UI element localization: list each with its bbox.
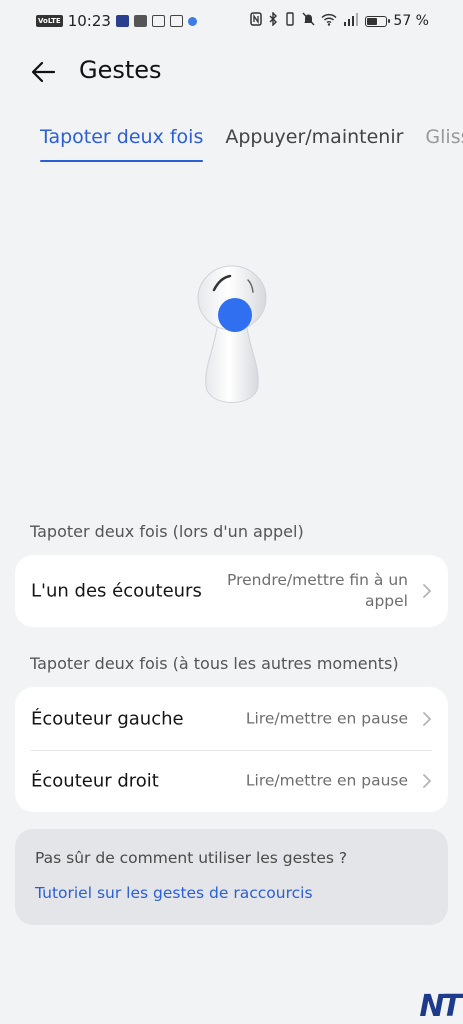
app-header: Gestes [0,52,463,92]
help-card: Pas sûr de comment utiliser les gestes ?… [15,829,448,925]
tab-swipe[interactable]: Glisser [425,126,463,162]
row-value: Lire/mettre en pause [245,709,408,727]
status-bar: VoLTE 10:23 57 % [0,0,463,44]
message-icon [169,15,183,27]
row-label: Écouteur droit [31,770,159,792]
tab-press-hold[interactable]: Appuyer/maintenir [225,126,403,162]
earbud-image [197,265,267,403]
section-header-other: Tapoter deux fois (à tous les autres mom… [30,654,399,673]
back-arrow-icon [31,61,56,83]
tutorial-link[interactable]: Tutoriel sur les gestes de raccourcis [35,884,313,902]
section-header-call: Tapoter deux fois (lors d'un appel) [30,522,304,541]
clock: 10:23 [67,12,111,30]
dot-icon [187,16,197,26]
page-title: Gestes [79,56,162,84]
help-question: Pas sûr de comment utiliser les gestes ? [35,849,348,867]
row-right-earbud[interactable]: Écouteur droit Lire/mettre en pause [15,750,448,812]
row-left-earbud[interactable]: Écouteur gauche Lire/mettre en pause [15,687,448,750]
row-label: L'un des écouteurs [31,580,202,602]
bluetooth-icon [268,11,278,30]
chevron-right-icon [423,774,432,788]
chevron-right-icon [423,584,432,598]
other-settings-card: Écouteur gauche Lire/mettre en pause Éco… [15,687,448,812]
status-left: VoLTE 10:23 [36,12,197,30]
earbud-illustration [180,256,284,416]
tap-indicator-dot [218,298,252,332]
back-button[interactable] [28,56,60,88]
app-notification-icon [115,15,129,27]
signal-icon [343,12,359,30]
row-either-earbud[interactable]: L'un des écouteurs Prendre/mettre fin à … [15,555,448,627]
call-settings-card: L'un des écouteurs Prendre/mettre fin à … [15,555,448,627]
status-right: 57 % [250,11,429,30]
vibrate-icon [284,12,296,30]
row-value: Prendre/mettre fin à un appel [227,571,408,610]
row-value: Lire/mettre en pause [245,771,408,790]
wifi-icon [321,12,337,30]
gallery-icon [133,15,147,27]
tab-double-tap[interactable]: Tapoter deux fois [40,126,204,162]
message-icon [151,15,165,27]
row-label: Écouteur gauche [31,708,184,729]
battery-icon [365,15,391,27]
gesture-tabs: Tapoter deux fois Appuyer/maintenir Glis… [40,126,463,162]
volte-icon: VoLTE [36,15,63,27]
chevron-right-icon [423,711,432,726]
watermark-logo: NT [419,989,462,1024]
battery-percent: 57 % [393,13,429,29]
mute-bell-icon [302,12,315,30]
nfc-icon [250,12,263,30]
